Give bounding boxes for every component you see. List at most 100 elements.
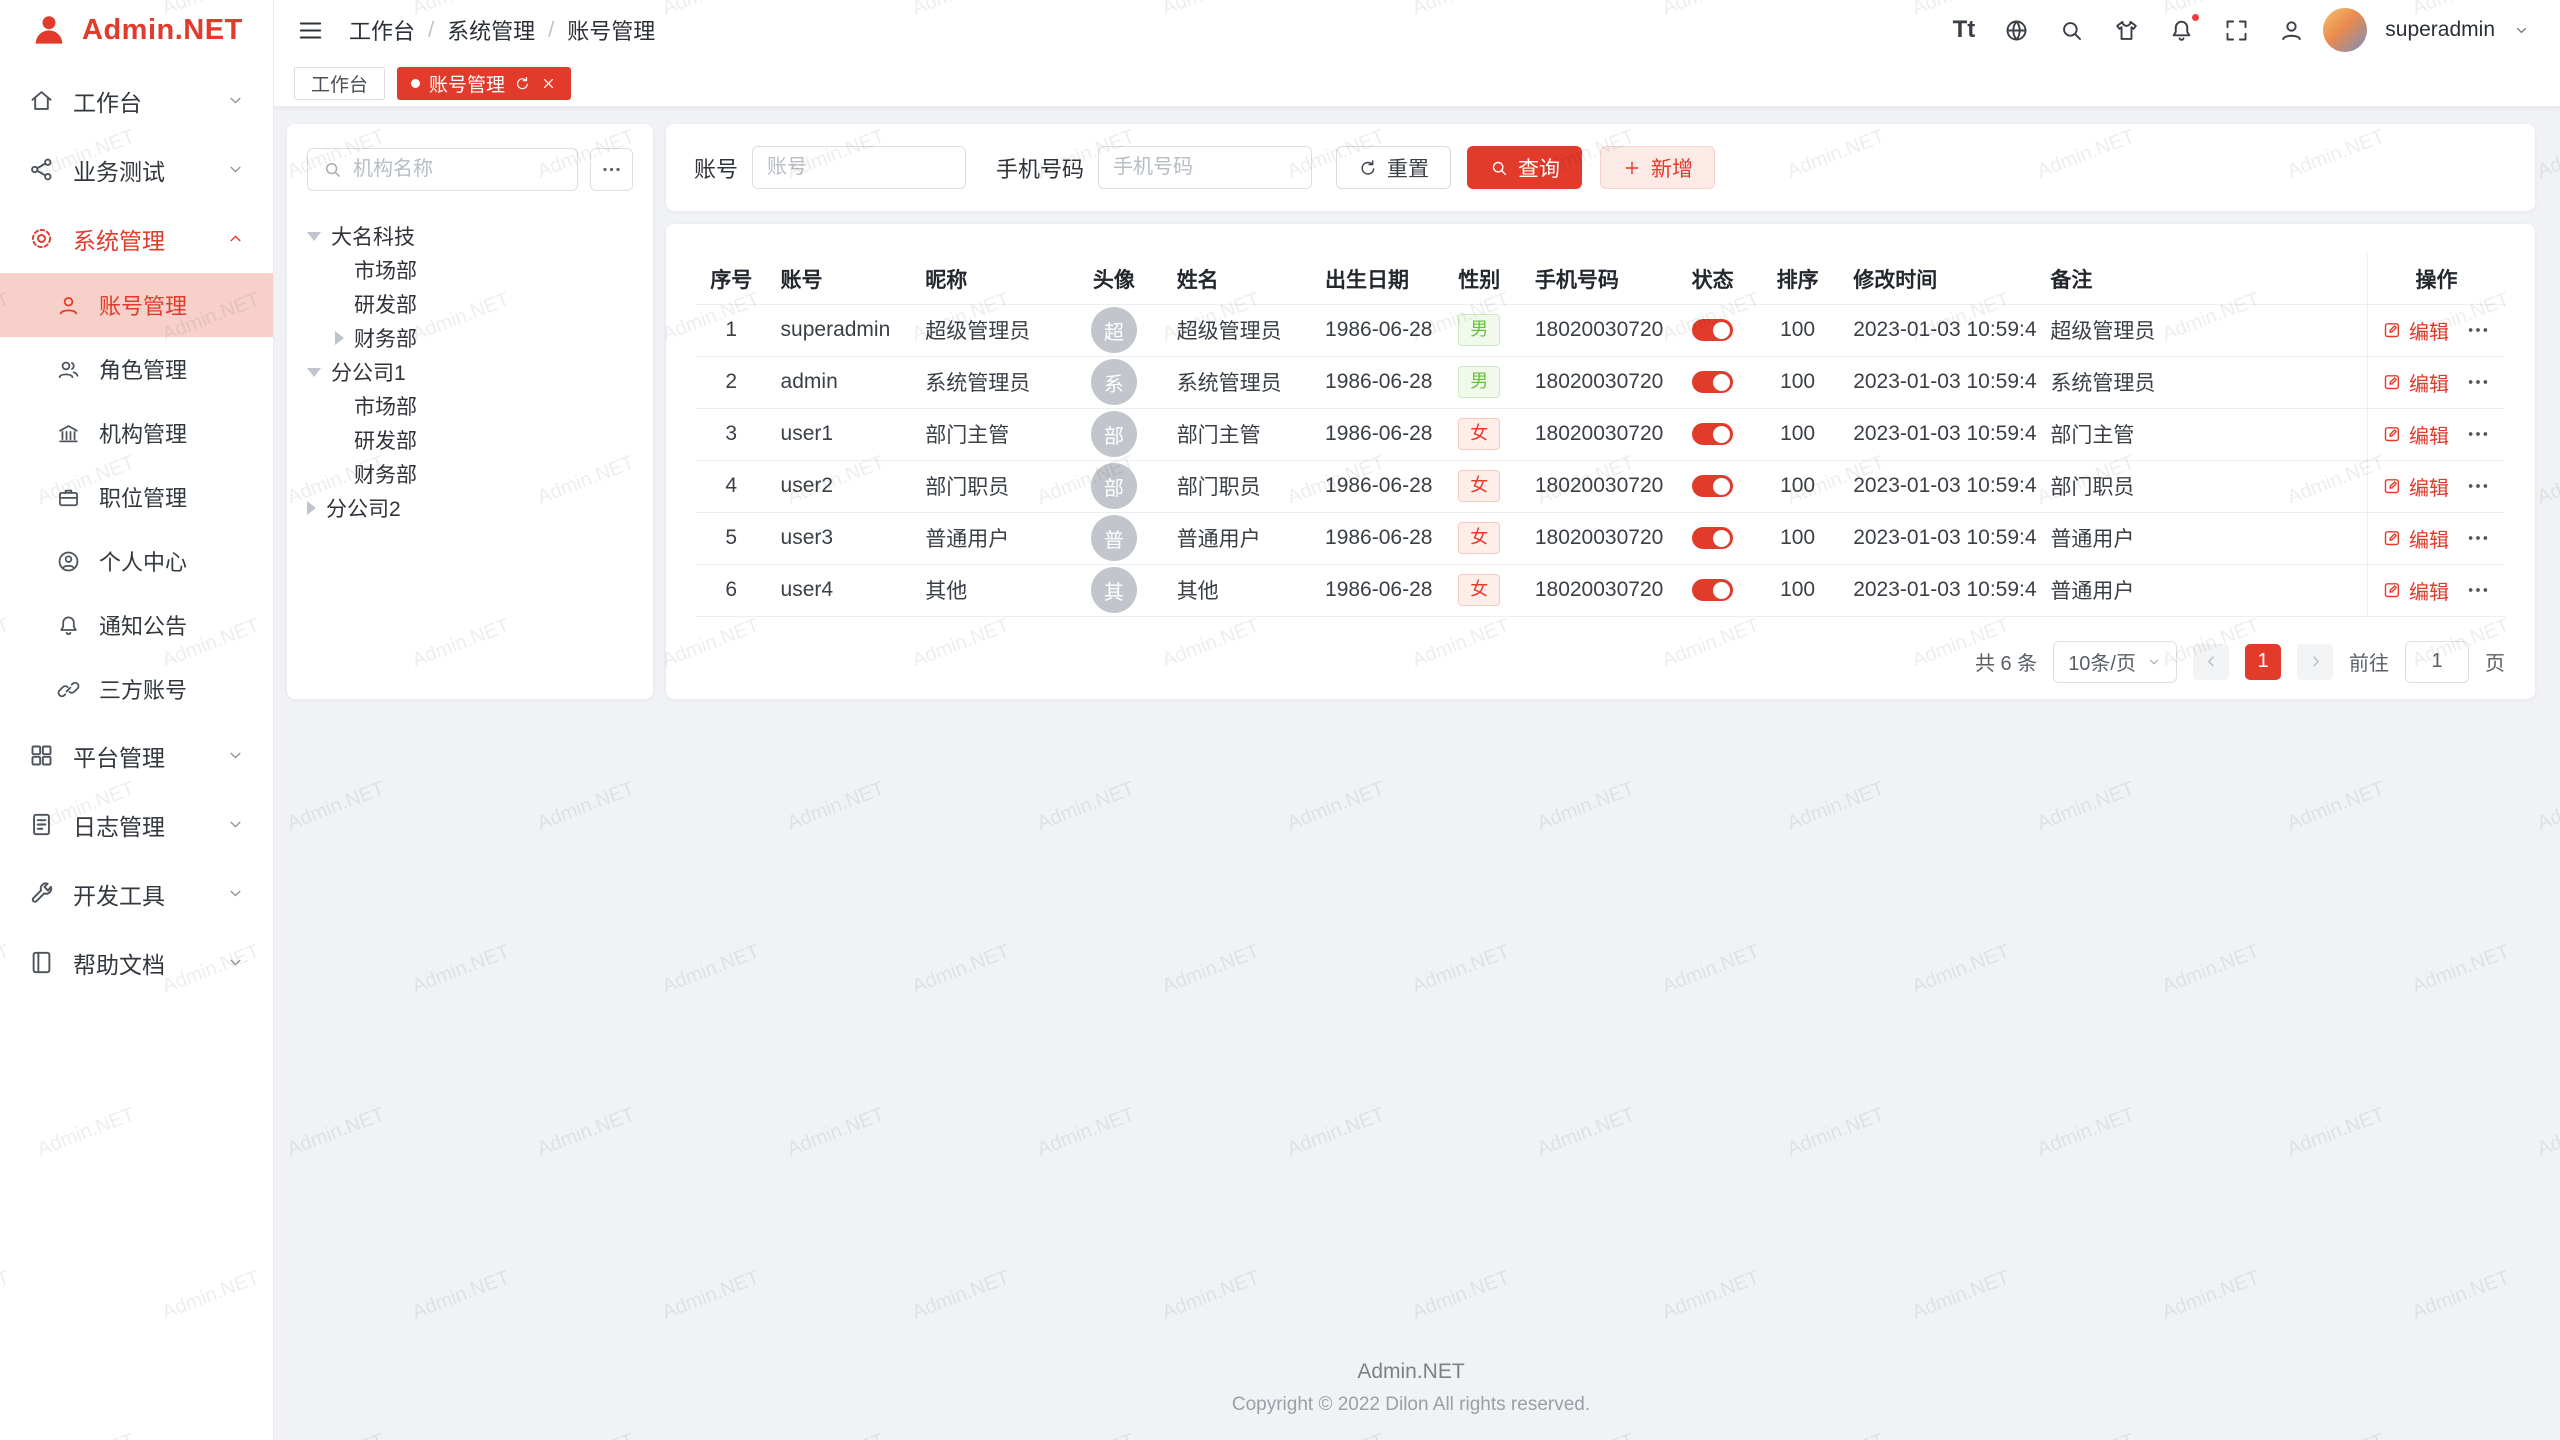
sidebar-subitem-notice[interactable]: 通知公告: [0, 593, 273, 657]
goto-page-input[interactable]: [2405, 641, 2469, 683]
cell-modified-time: 2023-01-03 10:59:44: [1839, 356, 2036, 408]
sidebar-item-business-test[interactable]: 业务测试: [0, 135, 273, 204]
cell-order: 100: [1756, 512, 1839, 564]
tree-node[interactable]: 分公司1: [307, 355, 633, 389]
phone-field: [1098, 146, 1312, 189]
prev-page-button[interactable]: [2193, 644, 2229, 680]
tree-node[interactable]: 财务部: [307, 321, 633, 355]
edit-icon: [2382, 580, 2402, 600]
edit-button[interactable]: 编辑: [2382, 316, 2449, 345]
tree-node[interactable]: 大名科技: [307, 219, 633, 253]
refresh-icon: [514, 75, 531, 92]
brand-name: Admin.NET: [82, 14, 243, 47]
sidebar-subitem-org[interactable]: 机构管理: [0, 401, 273, 465]
phone-input[interactable]: [1113, 156, 1297, 179]
tree-node[interactable]: 财务部: [307, 457, 633, 491]
sidebar-subitem-profile[interactable]: 个人中心: [0, 529, 273, 593]
account-input[interactable]: [767, 156, 951, 179]
sidebar-subitem-position[interactable]: 职位管理: [0, 465, 273, 529]
status-toggle[interactable]: [1692, 423, 1733, 445]
sidebar-item-platform[interactable]: 平台管理: [0, 721, 273, 790]
cell-index: 6: [696, 564, 767, 616]
more-actions-button[interactable]: [2465, 577, 2491, 603]
column-header: 昵称: [911, 254, 1065, 304]
sidebar-subitem-role[interactable]: 角色管理: [0, 337, 273, 401]
hamburger-menu-icon[interactable]: [296, 16, 325, 45]
search-icon[interactable]: [2058, 17, 2085, 44]
table-row: 6user4其他其其他1986-06-28女180200307201002023…: [696, 564, 2505, 616]
add-button[interactable]: 新增: [1600, 146, 1715, 189]
cell-phone: 18020030720: [1521, 460, 1669, 512]
briefcase-icon: [56, 485, 81, 510]
tree-caret-icon[interactable]: [307, 501, 316, 515]
tree-caret-icon[interactable]: [335, 331, 344, 345]
more-actions-button[interactable]: [2465, 317, 2491, 343]
filter-panel: 账号 手机号码 重置 查询 新增: [666, 124, 2535, 211]
edit-button[interactable]: 编辑: [2382, 576, 2449, 605]
user-icon[interactable]: [2278, 17, 2305, 44]
tab-workbench[interactable]: 工作台: [294, 67, 385, 100]
sidebar-item-log[interactable]: 日志管理: [0, 790, 273, 859]
edit-button[interactable]: 编辑: [2382, 368, 2449, 397]
user-icon: [56, 293, 81, 318]
status-toggle[interactable]: [1692, 371, 1733, 393]
current-page[interactable]: 1: [2245, 644, 2281, 680]
chevron-down-icon[interactable]: [2513, 22, 2530, 39]
font-size-icon[interactable]: Tt: [1953, 18, 1976, 42]
tree-node[interactable]: 市场部: [307, 389, 633, 423]
sidebar-subitem-third-account[interactable]: 三方账号: [0, 657, 273, 721]
edit-button[interactable]: 编辑: [2382, 420, 2449, 449]
globe-icon[interactable]: [2003, 17, 2030, 44]
theme-icon[interactable]: [2113, 17, 2140, 44]
tree-node[interactable]: 市场部: [307, 253, 633, 287]
main-area: 工作台/系统管理/账号管理 Tt superadmin 工作台账号管理: [274, 0, 2560, 1440]
edit-button[interactable]: 编辑: [2382, 472, 2449, 501]
sidebar-item-label: 日志管理: [73, 808, 165, 842]
tree-node[interactable]: 分公司2: [307, 491, 633, 525]
more-actions-button[interactable]: [2465, 525, 2491, 551]
user-avatar[interactable]: [2323, 8, 2367, 52]
username[interactable]: superadmin: [2385, 18, 2495, 42]
sidebar-subitem-account[interactable]: 账号管理: [0, 273, 273, 337]
search-button[interactable]: 查询: [1467, 146, 1582, 189]
tree-caret-icon[interactable]: [307, 368, 321, 377]
breadcrumb-item[interactable]: 系统管理: [447, 14, 535, 46]
edit-button[interactable]: 编辑: [2382, 524, 2449, 553]
cell-index: 5: [696, 512, 767, 564]
more-actions-button[interactable]: [2465, 473, 2491, 499]
app-logo[interactable]: Admin.NET: [0, 0, 273, 60]
page-size-select[interactable]: 10条/页: [2053, 641, 2177, 683]
font-size-icon-glyph: Tt: [1953, 18, 1976, 42]
status-toggle[interactable]: [1692, 527, 1733, 549]
breadcrumb-item[interactable]: 工作台: [349, 14, 415, 46]
bell-icon[interactable]: [2168, 17, 2195, 44]
footer: Admin.NET Copyright © 2022 Dilon All rig…: [287, 1334, 2535, 1440]
tree-node[interactable]: 研发部: [307, 423, 633, 457]
cell-account: user2: [767, 460, 912, 512]
sidebar-item-devtools[interactable]: 开发工具: [0, 859, 273, 928]
sidebar-subitem-label: 账号管理: [99, 289, 187, 321]
more-actions-button[interactable]: [2465, 369, 2491, 395]
sidebar-item-workbench[interactable]: 工作台: [0, 66, 273, 135]
column-header: 序号: [696, 254, 767, 304]
edit-label: 编辑: [2409, 524, 2449, 553]
tree-more-button[interactable]: [590, 148, 633, 191]
org-search-input[interactable]: [353, 158, 563, 181]
reset-button[interactable]: 重置: [1336, 146, 1451, 189]
sidebar-item-docs[interactable]: 帮助文档: [0, 928, 273, 997]
fullscreen-icon[interactable]: [2223, 17, 2250, 44]
status-toggle[interactable]: [1692, 319, 1733, 341]
status-toggle[interactable]: [1692, 475, 1733, 497]
edit-label: 编辑: [2409, 368, 2449, 397]
tree-caret-icon[interactable]: [307, 232, 321, 241]
more-actions-button[interactable]: [2465, 421, 2491, 447]
sidebar-item-system-admin[interactable]: 系统管理: [0, 204, 273, 273]
tree-node[interactable]: 研发部: [307, 287, 633, 321]
next-page-button[interactable]: [2297, 644, 2333, 680]
tree-node-label: 研发部: [354, 425, 417, 455]
chevron-down-icon: [2146, 654, 2162, 670]
status-toggle[interactable]: [1692, 579, 1733, 601]
search-icon: [1489, 158, 1509, 178]
tab-account[interactable]: 账号管理: [397, 67, 571, 100]
cell-birth-date: 1986-06-28: [1311, 356, 1438, 408]
